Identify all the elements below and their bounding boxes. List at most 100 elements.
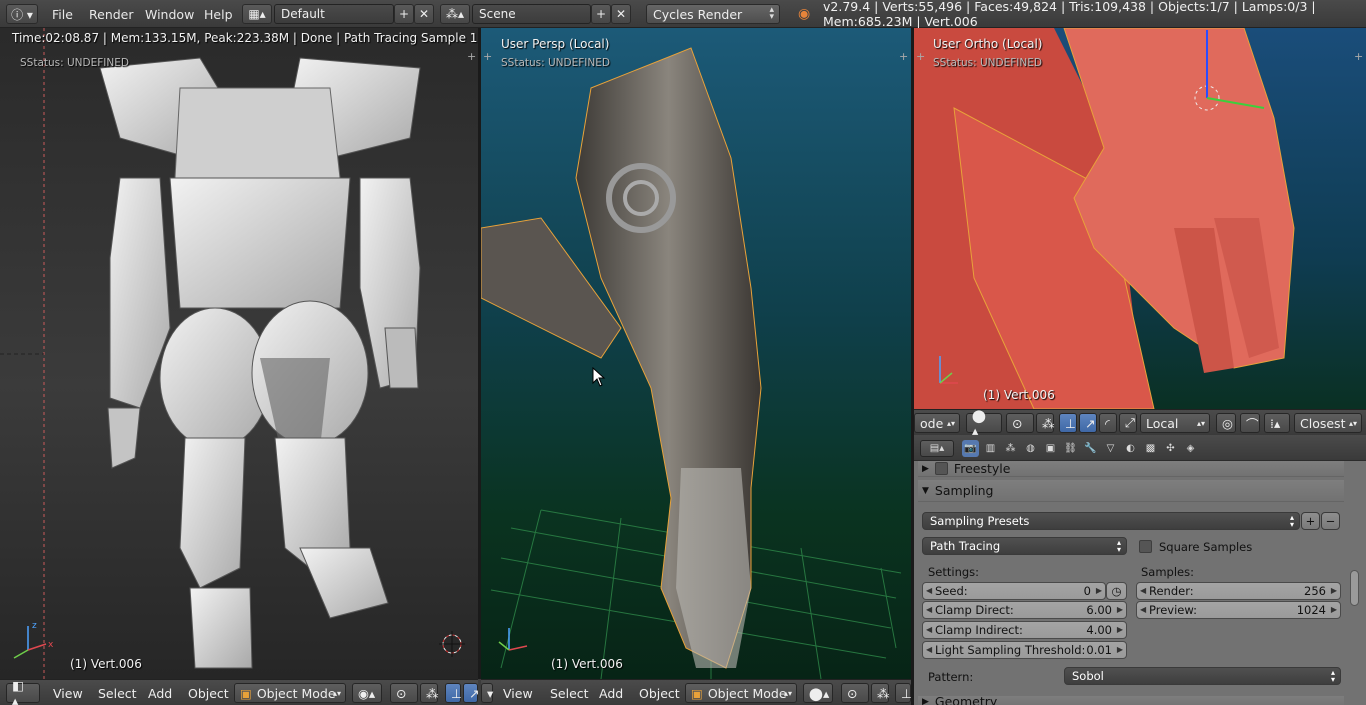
menu-view-mid[interactable]: View xyxy=(503,683,533,703)
freestyle-checkbox[interactable] xyxy=(934,462,948,475)
chevron-updown-icon: ▴ ▾ xyxy=(1289,513,1294,529)
manipulator-center-icon[interactable]: ⁂ xyxy=(1036,413,1055,433)
freestyle-panel-header[interactable]: ▶ Freestyle xyxy=(918,461,1344,477)
menu-render[interactable]: Render xyxy=(89,4,134,24)
shading-dropdown[interactable]: ⬤ ▴ xyxy=(966,410,1002,435)
hand-model xyxy=(914,28,1295,409)
clamp-indirect-field[interactable]: ◀ Clamp Indirect: 4.00 ▶ xyxy=(922,621,1127,639)
object-tab-icon[interactable]: ▣ xyxy=(1042,440,1059,457)
editor-type-icon-mid[interactable]: ▾ xyxy=(481,683,493,703)
properties-editor-type-icon[interactable]: ▤▴ xyxy=(920,440,954,457)
render-tab-icon[interactable]: 📷 xyxy=(962,440,979,457)
sstatus-mid: SStatus: UNDEFINED xyxy=(501,57,610,69)
square-samples-checkbox[interactable] xyxy=(1139,540,1152,553)
menu-add-mid[interactable]: Add xyxy=(599,683,623,703)
square-samples-label: Square Samples xyxy=(1159,540,1253,554)
translate-icon[interactable]: ↗ xyxy=(1079,413,1097,433)
modifiers-tab-icon[interactable]: 🔧 xyxy=(1082,440,1099,457)
viewport-corner-plus-icon[interactable]: + xyxy=(1354,50,1363,63)
viewport-corner-plus-icon[interactable]: + xyxy=(483,50,492,63)
material-tab-icon[interactable]: ◐ xyxy=(1122,440,1139,457)
translate-icon-left[interactable]: ↗ xyxy=(463,683,478,703)
manipulator-center-icon-mid[interactable]: ⁂ xyxy=(871,683,890,703)
viewport-title-right: User Ortho (Local) xyxy=(933,37,1043,51)
clamp-direct-field[interactable]: ◀ Clamp Direct: 6.00 ▶ xyxy=(922,601,1127,619)
seed-field[interactable]: ◀ Seed: 0 ▶ xyxy=(922,582,1106,600)
snap-target-dropdown[interactable]: Closest ▴▾ xyxy=(1294,413,1362,433)
object-mode-dropdown-left[interactable]: ▣ Object Mode ▴▾ xyxy=(234,683,346,703)
pivot-icon-left[interactable]: ⊙ xyxy=(390,683,418,703)
info-icon[interactable]: ⓘ ▾ xyxy=(6,4,38,24)
render-engine-dropdown[interactable]: Cycles Render ▴ ▾ xyxy=(646,4,780,24)
render-samples-field[interactable]: ◀ Render: 256 ▶ xyxy=(1136,582,1341,600)
screen-layout-dropdown[interactable]: Default xyxy=(274,4,394,24)
render-viewport[interactable]: z x Time:02:08.87 | Mem:133.15M, Peak:22… xyxy=(0,28,478,679)
menu-select-left[interactable]: Select xyxy=(98,683,137,703)
mode-label-right: ode xyxy=(920,415,944,431)
mode-dropdown-right[interactable]: ode ▴▾ xyxy=(914,413,960,433)
menu-add-left[interactable]: Add xyxy=(148,683,172,703)
pivot-icon-mid[interactable]: ⊙ xyxy=(841,683,869,703)
viewport-corner-plus-icon[interactable]: + xyxy=(467,50,476,63)
manipulator-center-icon-left[interactable]: ⁂ xyxy=(420,683,439,703)
constraints-tab-icon[interactable]: ⛓ xyxy=(1062,440,1079,457)
add-scene-button[interactable]: + xyxy=(591,4,611,24)
clamp-direct-value: 6.00 xyxy=(1086,603,1112,617)
sampling-presets-dropdown[interactable]: Sampling Presets ▴ ▾ xyxy=(922,512,1300,530)
arm-model xyxy=(481,47,902,679)
render-status: Time:02:08.87 | Mem:133.15M, Peak:223.38… xyxy=(12,31,478,45)
preview-samples-field[interactable]: ◀ Preview: 1024 ▶ xyxy=(1136,601,1341,619)
add-layout-button[interactable]: + xyxy=(394,4,414,24)
menu-object-left[interactable]: Object xyxy=(188,683,229,703)
render-layers-tab-icon[interactable]: ▥ xyxy=(982,440,999,457)
geometry-label: Geometry xyxy=(934,694,998,705)
snap-element-icon[interactable]: ⁞▴ xyxy=(1264,413,1290,433)
sampling-panel-header[interactable]: ▼ Sampling xyxy=(918,480,1344,502)
pattern-dropdown[interactable]: Sobol ▴ ▾ xyxy=(1064,667,1341,685)
shading-dropdown-mid[interactable]: ⬤▴ xyxy=(803,683,833,703)
viewport-header-mid: ▾ View Select Add Object ▣ Object Mode ▴▾ … xyxy=(481,679,911,705)
physics-tab-icon[interactable]: ◈ xyxy=(1182,440,1199,457)
screen-layout-icon[interactable]: ▦▴ xyxy=(242,4,272,24)
animated-seed-clock-icon[interactable]: ◷ xyxy=(1106,582,1127,600)
texture-tab-icon[interactable]: ▩ xyxy=(1142,440,1159,457)
particles-tab-icon[interactable]: ✣ xyxy=(1162,440,1179,457)
snap-magnet-icon[interactable]: ⌒ xyxy=(1240,413,1260,433)
data-tab-icon[interactable]: ▽ xyxy=(1102,440,1119,457)
proportional-edit-icon[interactable]: ◎ xyxy=(1216,413,1236,433)
shading-dropdown-left[interactable]: ◉▴ xyxy=(352,683,382,703)
menu-view-left[interactable]: View xyxy=(53,683,83,703)
rotate-icon[interactable]: ◜ xyxy=(1099,413,1117,433)
add-preset-button[interactable]: + xyxy=(1301,512,1320,530)
collapsed-arrow-icon: ▶ xyxy=(922,696,929,705)
geometry-panel-header[interactable]: ▶ Geometry xyxy=(918,694,1344,705)
preview-samples-label: Preview: xyxy=(1149,603,1198,617)
ortho-viewport[interactable]: User Ortho (Local) SStatus: UNDEFINED + … xyxy=(914,28,1366,409)
remove-preset-button[interactable]: − xyxy=(1321,512,1340,530)
viewport-corner-plus-icon[interactable]: + xyxy=(916,50,925,63)
scale-icon[interactable]: ⤢ xyxy=(1119,413,1137,433)
pivot-icon[interactable]: ⊙ xyxy=(1006,413,1034,433)
menu-help[interactable]: Help xyxy=(204,4,233,24)
scene-icon[interactable]: ⁂▴ xyxy=(440,4,470,24)
scene-tab-icon[interactable]: ⁂ xyxy=(1002,440,1019,457)
remove-scene-button[interactable]: ✕ xyxy=(611,4,631,24)
manipulator-icon-left[interactable]: ⊥ xyxy=(445,683,462,703)
manipulator-icon-mid[interactable]: ⊥ xyxy=(895,683,911,703)
viewport-corner-plus-icon[interactable]: + xyxy=(899,50,908,63)
manipulator-icon[interactable]: ⊥ xyxy=(1059,413,1077,433)
properties-scrollbar[interactable] xyxy=(1350,570,1359,606)
menu-object-mid[interactable]: Object xyxy=(639,683,680,703)
orientation-dropdown[interactable]: Local ▴▾ xyxy=(1140,413,1210,433)
scene-dropdown[interactable]: Scene xyxy=(472,4,591,24)
object-mode-dropdown-mid[interactable]: ▣ Object Mode ▴▾ xyxy=(685,683,797,703)
editor-type-icon[interactable]: ◧ ▴ xyxy=(6,680,40,705)
world-tab-icon[interactable]: ◍ xyxy=(1022,440,1039,457)
menu-window[interactable]: Window xyxy=(145,4,194,24)
menu-select-mid[interactable]: Select xyxy=(550,683,589,703)
light-sampling-threshold-field[interactable]: ◀ Light Sampling Threshold: 0.01 ▶ xyxy=(922,641,1127,659)
integrator-dropdown[interactable]: Path Tracing ▴ ▾ xyxy=(922,537,1127,555)
persp-viewport[interactable]: User Persp (Local) SStatus: UNDEFINED + … xyxy=(481,28,911,679)
menu-file[interactable]: File xyxy=(52,4,73,24)
remove-layout-button[interactable]: ✕ xyxy=(414,4,434,24)
